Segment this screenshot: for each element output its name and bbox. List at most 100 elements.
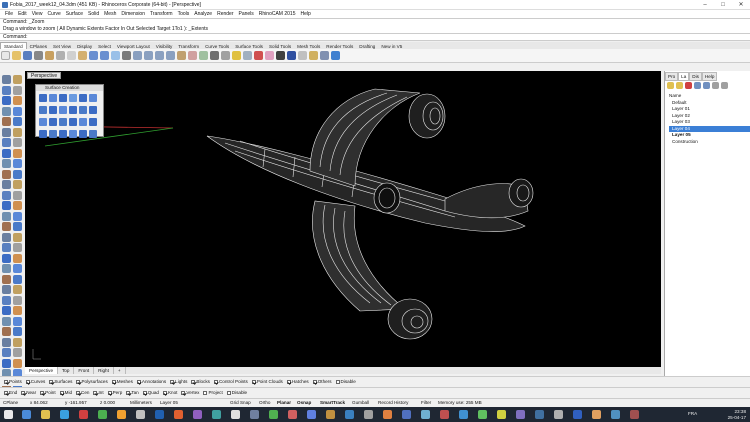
taskbar-app-icon[interactable] xyxy=(592,410,601,419)
toggle-record-history[interactable]: Record History xyxy=(378,399,408,407)
toggle-filter[interactable]: Filter xyxy=(421,399,431,407)
settings-icon[interactable] xyxy=(721,82,728,89)
left-tool-icon[interactable] xyxy=(13,243,22,252)
left-tool-icon[interactable] xyxy=(13,316,22,326)
left-tool-icon[interactable] xyxy=(2,169,11,179)
zoom-window-icon[interactable] xyxy=(144,51,153,60)
checkbox[interactable] xyxy=(181,390,186,395)
osnap-item[interactable]: Int xyxy=(93,388,104,398)
filter-item[interactable]: Curves xyxy=(25,377,45,387)
taskbar-app-icon[interactable] xyxy=(117,410,126,419)
left-tool-icon[interactable] xyxy=(2,148,11,158)
menu-edit[interactable]: Edit xyxy=(18,10,27,18)
menu-transform[interactable]: Transform xyxy=(150,10,173,18)
taskbar-app-icon[interactable] xyxy=(554,410,563,419)
taskbar-app-icon[interactable] xyxy=(421,410,430,419)
toggle-planar[interactable]: Planar xyxy=(277,399,291,407)
material-icon[interactable] xyxy=(265,51,274,60)
left-tool-icon[interactable] xyxy=(13,327,22,336)
copy-icon[interactable] xyxy=(67,51,76,60)
taskbar-app-icon[interactable] xyxy=(516,410,525,419)
surface-tool-icon[interactable] xyxy=(49,118,57,126)
surface-tool-icon[interactable] xyxy=(59,94,67,102)
surface-tool-icon[interactable] xyxy=(39,94,47,102)
left-tool-icon[interactable] xyxy=(2,138,11,147)
properties-icon[interactable] xyxy=(254,51,263,60)
tab-right[interactable]: Right xyxy=(94,367,114,374)
taskbar-app-icon[interactable] xyxy=(307,410,316,419)
left-tool-icon[interactable] xyxy=(13,106,22,116)
surface-tool-icon[interactable] xyxy=(79,130,87,138)
osnap-item[interactable]: Perp xyxy=(107,388,122,398)
osnap-item[interactable]: Cen xyxy=(76,388,89,398)
filter-item[interactable]: Control Points xyxy=(213,377,248,387)
checkbox[interactable] xyxy=(107,390,112,395)
checkbox[interactable] xyxy=(203,390,208,395)
checkbox[interactable] xyxy=(136,379,141,384)
surface-tool-icon[interactable] xyxy=(79,94,87,102)
left-tool-icon[interactable] xyxy=(13,285,22,294)
tab-front[interactable]: Front xyxy=(74,367,95,374)
delete-layer-icon[interactable] xyxy=(685,82,692,89)
osnap-item[interactable]: Disable xyxy=(226,388,247,398)
checkbox[interactable] xyxy=(49,379,54,384)
redo-icon[interactable] xyxy=(100,51,109,60)
hide-icon[interactable] xyxy=(210,51,219,60)
checkbox[interactable] xyxy=(335,379,340,384)
filter-icon[interactable] xyxy=(712,82,719,89)
left-tool-icon[interactable] xyxy=(13,306,22,315)
checkbox[interactable] xyxy=(21,390,26,395)
light-bulb-icon[interactable] xyxy=(232,51,241,60)
toggle-grid-snap[interactable]: Grid Snap xyxy=(230,399,251,407)
checkbox[interactable] xyxy=(191,379,196,384)
menu-analyze[interactable]: Analyze xyxy=(194,10,212,18)
rotate-view-icon[interactable] xyxy=(122,51,131,60)
taskbar-app-icon[interactable] xyxy=(79,410,88,419)
add-viewport-button[interactable]: + xyxy=(114,367,126,374)
current-layer[interactable]: Layer 05 xyxy=(160,399,178,407)
taskbar-app-icon[interactable] xyxy=(174,410,183,419)
left-tool-icon[interactable] xyxy=(13,295,22,305)
filter-item[interactable]: Points xyxy=(4,377,22,387)
taskbar-app-icon[interactable] xyxy=(478,410,487,419)
left-tool-icon[interactable] xyxy=(2,85,11,95)
units-label[interactable]: Millimeters xyxy=(130,399,152,407)
filter-item[interactable]: Meshes xyxy=(111,377,133,387)
left-tool-icon[interactable] xyxy=(13,96,22,105)
checkbox[interactable] xyxy=(111,379,116,384)
left-tool-icon[interactable] xyxy=(13,222,22,231)
left-tool-icon[interactable] xyxy=(2,190,11,200)
left-tool-icon[interactable] xyxy=(13,274,22,284)
left-tool-icon[interactable] xyxy=(2,211,11,221)
left-tool-icon[interactable] xyxy=(2,337,11,347)
left-tool-icon[interactable] xyxy=(13,85,22,95)
left-tool-icon[interactable] xyxy=(13,201,22,210)
left-tool-icon[interactable] xyxy=(2,274,11,284)
move-up-icon[interactable] xyxy=(694,82,701,89)
filter-item[interactable]: Others xyxy=(312,377,332,387)
osnap-item[interactable]: Knot xyxy=(162,388,177,398)
language-indicator[interactable]: FRA xyxy=(688,411,697,416)
filter-item[interactable]: Disable xyxy=(335,377,356,387)
left-tool-icon[interactable] xyxy=(2,232,11,242)
perspective-viewport[interactable] xyxy=(25,71,661,367)
osnap-item[interactable]: Mid xyxy=(59,388,72,398)
checkbox[interactable] xyxy=(226,390,231,395)
left-tool-icon[interactable] xyxy=(13,148,22,158)
checkbox[interactable] xyxy=(4,390,8,395)
help-icon[interactable] xyxy=(331,51,340,60)
left-tool-icon[interactable] xyxy=(13,358,22,368)
checkbox[interactable] xyxy=(251,379,256,384)
checkbox[interactable] xyxy=(286,379,291,384)
new-file-icon[interactable] xyxy=(1,51,10,60)
menu-tools[interactable]: Tools xyxy=(178,10,190,18)
view-icon[interactable] xyxy=(199,51,208,60)
filter-item[interactable]: Polysurfaces xyxy=(76,377,108,387)
taskbar-app-icon[interactable] xyxy=(364,410,373,419)
left-tool-icon[interactable] xyxy=(2,106,11,116)
taskbar-app-icon[interactable] xyxy=(326,410,335,419)
cplane-label[interactable]: CPlane xyxy=(3,399,18,407)
left-tool-icon[interactable] xyxy=(2,327,11,336)
left-tool-icon[interactable] xyxy=(13,127,22,137)
osnap-item[interactable]: Quad xyxy=(142,388,159,398)
